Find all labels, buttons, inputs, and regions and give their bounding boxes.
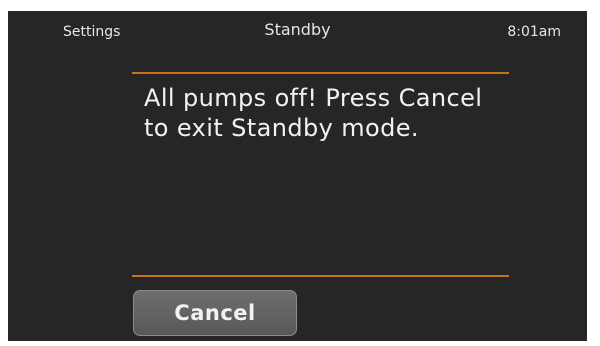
bottom-divider — [132, 275, 509, 277]
top-divider — [132, 72, 509, 74]
cancel-button[interactable]: Cancel — [133, 290, 297, 336]
clock-time: 8:01am — [507, 24, 561, 40]
screen-title: Standby — [264, 20, 331, 39]
standby-message: All pumps off! Press Cancel to exit Stan… — [144, 84, 483, 142]
standby-screen: Settings Standby 8:01am All pumps off! P… — [8, 11, 587, 341]
top-bar: Settings Standby 8:01am — [8, 11, 587, 55]
